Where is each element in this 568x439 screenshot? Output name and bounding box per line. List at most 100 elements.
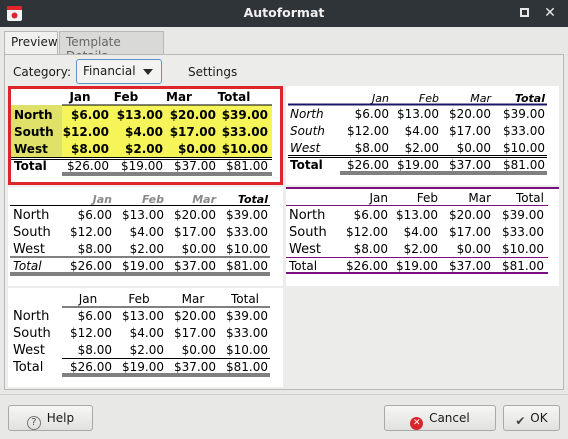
preview-financial-navy[interactable]: Jan Feb Mar Total North $6.00 $13.00 $20… — [286, 86, 559, 185]
cell: $10.00 — [226, 242, 268, 256]
row-label: West — [289, 242, 321, 257]
title-bar: Autoformat ✕ — [0, 0, 568, 27]
col-header: Feb — [128, 292, 149, 306]
cell: $33.00 — [226, 225, 268, 239]
cell: $19.00 — [396, 259, 438, 273]
category-value: Financial — [83, 64, 136, 78]
col-header: Feb — [417, 191, 438, 205]
cell: $4.00 — [404, 225, 438, 239]
cell: $10.00 — [222, 142, 268, 156]
col-header: Total — [230, 292, 259, 306]
row-label: Total — [290, 158, 323, 172]
col-header: Mar — [182, 292, 205, 306]
settings-button[interactable]: Settings — [188, 65, 237, 79]
cell: $33.00 — [222, 125, 268, 139]
preview-financial-plain[interactable]: Jan Feb Mar Total North $6.00 $13.00 $20… — [8, 288, 283, 387]
help-icon: ? — [26, 416, 41, 430]
row-label: South — [290, 124, 325, 138]
cell: $8.00 — [355, 141, 389, 155]
cell: $17.00 — [449, 225, 491, 239]
cell: $0.00 — [457, 242, 491, 256]
cell: $6.00 — [78, 309, 112, 323]
cell: $13.00 — [122, 208, 164, 222]
cell: $26.00 — [347, 158, 389, 172]
col-header: Total — [218, 90, 251, 104]
close-icon[interactable]: ✕ — [540, 3, 560, 23]
cell: $13.00 — [397, 107, 439, 121]
col-header: Feb — [114, 90, 139, 104]
cell: $20.00 — [449, 107, 491, 121]
cell: $12.00 — [70, 326, 112, 340]
cell: $39.00 — [222, 108, 268, 122]
ok-button[interactable]: ✔ OK — [503, 405, 560, 431]
row-label: North — [13, 309, 49, 324]
col-header: Jan — [91, 193, 113, 206]
col-header: Feb — [142, 193, 164, 206]
help-button[interactable]: ? Help — [8, 405, 93, 431]
cell: $13.00 — [117, 108, 163, 122]
col-header: Jan — [68, 90, 90, 104]
cell: $39.00 — [226, 309, 268, 323]
tab-preview[interactable]: Preview — [4, 31, 58, 55]
cell: $37.00 — [174, 259, 216, 273]
chevron-down-icon — [143, 69, 153, 75]
row-label: South — [13, 225, 51, 240]
cell: $37.00 — [449, 158, 491, 172]
cell: $33.00 — [503, 124, 545, 138]
cancel-button[interactable]: ✕ Cancel — [384, 405, 496, 431]
col-header: Total — [238, 193, 268, 206]
cell: $37.00 — [174, 360, 216, 374]
cell: $8.00 — [71, 142, 109, 156]
maximize-icon[interactable] — [514, 3, 534, 23]
cell: $81.00 — [226, 159, 268, 173]
cell: $37.00 — [174, 159, 216, 173]
cell: $26.00 — [346, 259, 388, 273]
window-title: Autoformat — [243, 5, 325, 20]
preview-1-cells: Jan Feb Mar Total North $6.00 $13.00 $20… — [14, 90, 268, 173]
preview-financial-yellow[interactable]: Jan Feb Mar Total North $6.00 $13.00 $20… — [8, 86, 283, 185]
col-header: Feb — [419, 92, 439, 105]
cancel-icon: ✕ — [410, 417, 424, 430]
preview-financial-purple[interactable]: Jan Feb Mar Total North $6.00 $13.00 $20… — [286, 187, 559, 286]
row-label: Total — [12, 360, 43, 375]
cancel-label: Cancel — [429, 411, 470, 425]
col-header: Mar — [468, 191, 491, 205]
help-label: Help — [46, 411, 75, 425]
cell: $13.00 — [122, 309, 164, 323]
cell: $0.00 — [457, 141, 491, 155]
preview-financial-gray[interactable]: Jan Feb Mar Total North $6.00 $13.00 $20… — [8, 187, 283, 286]
category-label: Category: — [13, 65, 71, 79]
cell: $19.00 — [397, 158, 439, 172]
cell: $81.00 — [503, 158, 545, 172]
cell: $12.00 — [63, 125, 109, 139]
row-label: North — [289, 208, 325, 223]
cell: $4.00 — [130, 326, 164, 340]
category-select[interactable]: Financial — [76, 59, 162, 84]
cell: $2.00 — [130, 242, 164, 256]
cell: $6.00 — [78, 208, 112, 222]
row-label: Total — [14, 159, 47, 173]
row-label: West — [290, 141, 322, 155]
cell: $12.00 — [347, 124, 389, 138]
separator — [0, 394, 568, 395]
cell: $2.00 — [405, 141, 439, 155]
col-header: Mar — [470, 92, 492, 105]
row-label: South — [13, 326, 51, 341]
row-label: West — [13, 343, 45, 358]
row-label: North — [13, 208, 49, 223]
cell: $20.00 — [174, 208, 216, 222]
col-header: Mar — [166, 90, 192, 104]
cell: $37.00 — [449, 259, 491, 273]
checkmark-icon: ✔ — [515, 414, 526, 428]
col-header: Jan — [370, 92, 389, 105]
row-label: Total — [288, 259, 317, 273]
cell: $8.00 — [78, 242, 112, 256]
cell: $19.00 — [122, 360, 164, 374]
cell: $2.00 — [130, 343, 164, 357]
cell: $12.00 — [346, 225, 388, 239]
tab-template-details[interactable]: Template Details — [59, 31, 164, 63]
row-label: West — [14, 142, 48, 156]
cell: $0.00 — [182, 343, 216, 357]
cell: $13.00 — [396, 208, 438, 222]
cell: $33.00 — [502, 225, 544, 239]
